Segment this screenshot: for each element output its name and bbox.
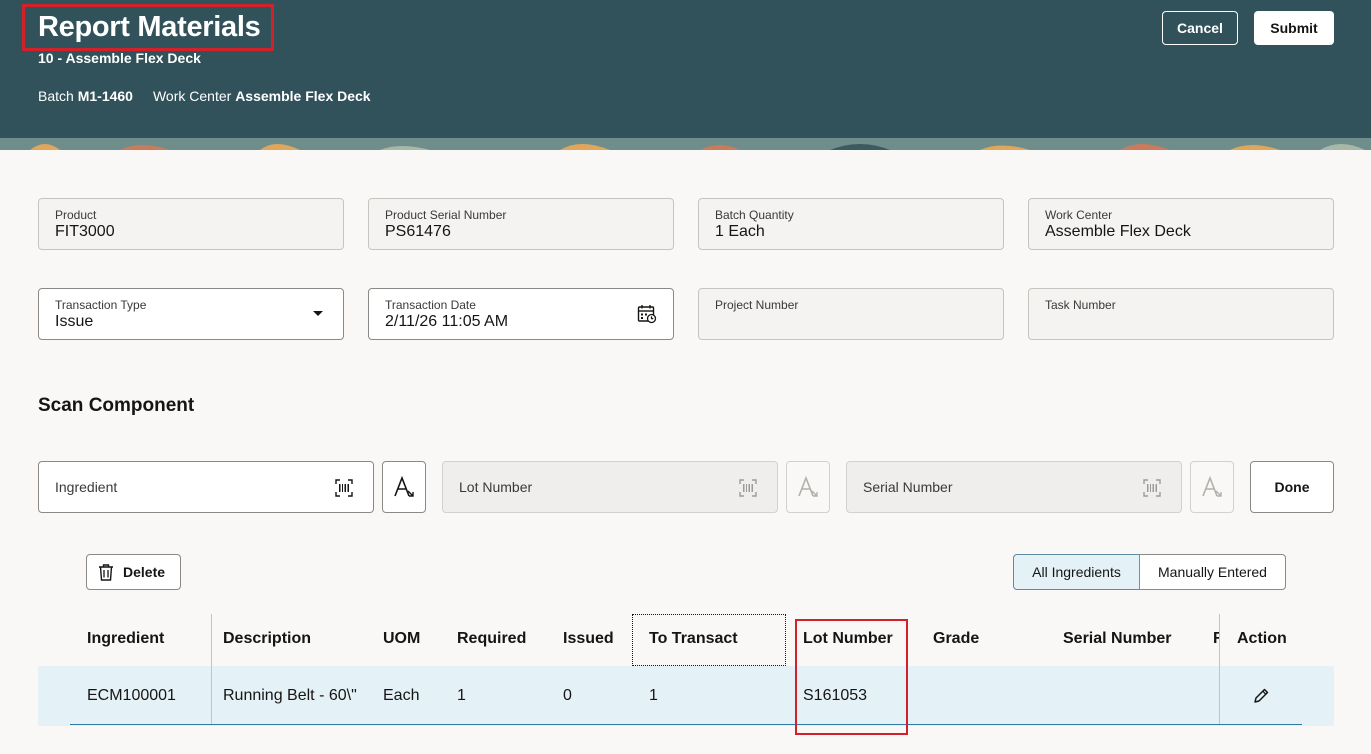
- column-header-uom[interactable]: UOM: [383, 630, 420, 648]
- batch-quantity-value: 1 Each: [715, 223, 765, 240]
- column-header-required[interactable]: Required: [457, 630, 526, 648]
- work-center-field: Work Center Assemble Flex Deck: [1028, 198, 1334, 250]
- batch-quantity-label: Batch Quantity: [715, 208, 794, 222]
- column-header-serial-number[interactable]: Serial Number: [1063, 630, 1171, 648]
- trash-icon: [99, 564, 113, 581]
- manual-entry-icon: [394, 475, 414, 497]
- product-field: Product FIT3000: [38, 198, 344, 250]
- delete-label: Delete: [123, 564, 166, 580]
- project-number-field: Project Number: [698, 288, 1004, 340]
- serial-number-placeholder: Serial Number: [863, 479, 953, 495]
- row-bottom-border: [70, 724, 1302, 725]
- task-number-field: Task Number: [1028, 288, 1334, 340]
- manually-entered-toggle[interactable]: Manually Entered: [1139, 554, 1286, 590]
- product-value: FIT3000: [55, 223, 115, 240]
- edit-pencil-icon[interactable]: [1252, 687, 1270, 705]
- column-header-truncated[interactable]: R: [1213, 630, 1219, 648]
- cell-description: Running Belt - 60\": [223, 687, 357, 704]
- page-header: Report Materials 10 - Assemble Flex Deck…: [0, 0, 1371, 150]
- manual-entry-icon: [798, 475, 818, 497]
- column-header-issued[interactable]: Issued: [563, 630, 614, 648]
- column-header-ingredient[interactable]: Ingredient: [87, 630, 164, 648]
- calendar-icon[interactable]: [637, 304, 657, 324]
- column-divider: [1219, 614, 1220, 725]
- cell-ingredient: ECM100001: [87, 687, 176, 704]
- work-center-field-label: Work Center: [1045, 208, 1113, 222]
- transaction-type-select[interactable]: Transaction Type Issue: [38, 288, 344, 340]
- transaction-date-label: Transaction Date: [385, 298, 476, 312]
- product-serial-number-value: PS61476: [385, 223, 451, 240]
- cell-issued: 0: [563, 687, 572, 704]
- product-label: Product: [55, 208, 97, 222]
- header-decorative-pattern: [0, 138, 1371, 150]
- submit-button[interactable]: Submit: [1254, 11, 1334, 45]
- manual-entry-icon: [1202, 475, 1222, 497]
- barcode-icon: [1143, 479, 1161, 497]
- batch-info: Batch M1-1460 Work Center Assemble Flex D…: [38, 88, 371, 104]
- transaction-date-field[interactable]: Transaction Date 2/11/26 11:05 AM: [368, 288, 674, 340]
- lot-manual-entry-button[interactable]: [786, 461, 830, 513]
- title-highlight-box: [22, 4, 274, 51]
- transaction-type-value: Issue: [55, 313, 94, 330]
- operation-name: 10 - Assemble Flex Deck: [38, 50, 201, 66]
- column-header-to-transact[interactable]: To Transact: [649, 630, 738, 648]
- batch-quantity-field: Batch Quantity 1 Each: [698, 198, 1004, 250]
- cell-required: 1: [457, 687, 466, 704]
- cell-to-transact[interactable]: 1: [649, 687, 658, 705]
- chevron-down-icon[interactable]: [313, 311, 323, 316]
- task-number-label: Task Number: [1045, 298, 1116, 312]
- cell-uom: Each: [383, 687, 420, 704]
- ingredient-placeholder: Ingredient: [55, 479, 118, 495]
- lot-number-scan-input[interactable]: Lot Number: [442, 461, 778, 513]
- serial-manual-entry-button[interactable]: [1190, 461, 1234, 513]
- column-divider: [211, 614, 212, 725]
- ingredient-scan-input[interactable]: Ingredient: [38, 461, 374, 513]
- transaction-type-label: Transaction Type: [55, 298, 147, 312]
- barcode-icon[interactable]: [335, 479, 353, 497]
- scan-component-heading: Scan Component: [38, 395, 195, 416]
- work-center-field-value: Assemble Flex Deck: [1045, 223, 1191, 240]
- batch-label: Batch: [38, 88, 74, 104]
- product-serial-number-field: Product Serial Number PS61476: [368, 198, 674, 250]
- product-serial-number-label: Product Serial Number: [385, 208, 507, 222]
- column-header-grade[interactable]: Grade: [933, 630, 979, 648]
- work-center-value: Assemble Flex Deck: [235, 88, 371, 104]
- ingredient-manual-entry-button[interactable]: [382, 461, 426, 513]
- work-center-label: Work Center: [152, 88, 232, 104]
- serial-number-scan-input[interactable]: Serial Number: [846, 461, 1182, 513]
- lot-number-placeholder: Lot Number: [459, 479, 533, 495]
- project-number-label: Project Number: [715, 298, 799, 312]
- lot-number-highlight-box: [795, 619, 908, 735]
- delete-button[interactable]: Delete: [86, 554, 181, 590]
- done-button[interactable]: Done: [1250, 461, 1334, 513]
- column-header-action: Action: [1237, 630, 1287, 647]
- cancel-button[interactable]: Cancel: [1162, 11, 1238, 45]
- transaction-date-value: 2/11/26 11:05 AM: [385, 313, 509, 330]
- column-header-description[interactable]: Description: [223, 630, 311, 648]
- all-ingredients-toggle[interactable]: All Ingredients: [1013, 554, 1140, 590]
- barcode-icon: [739, 479, 757, 497]
- batch-value: M1-1460: [77, 88, 133, 104]
